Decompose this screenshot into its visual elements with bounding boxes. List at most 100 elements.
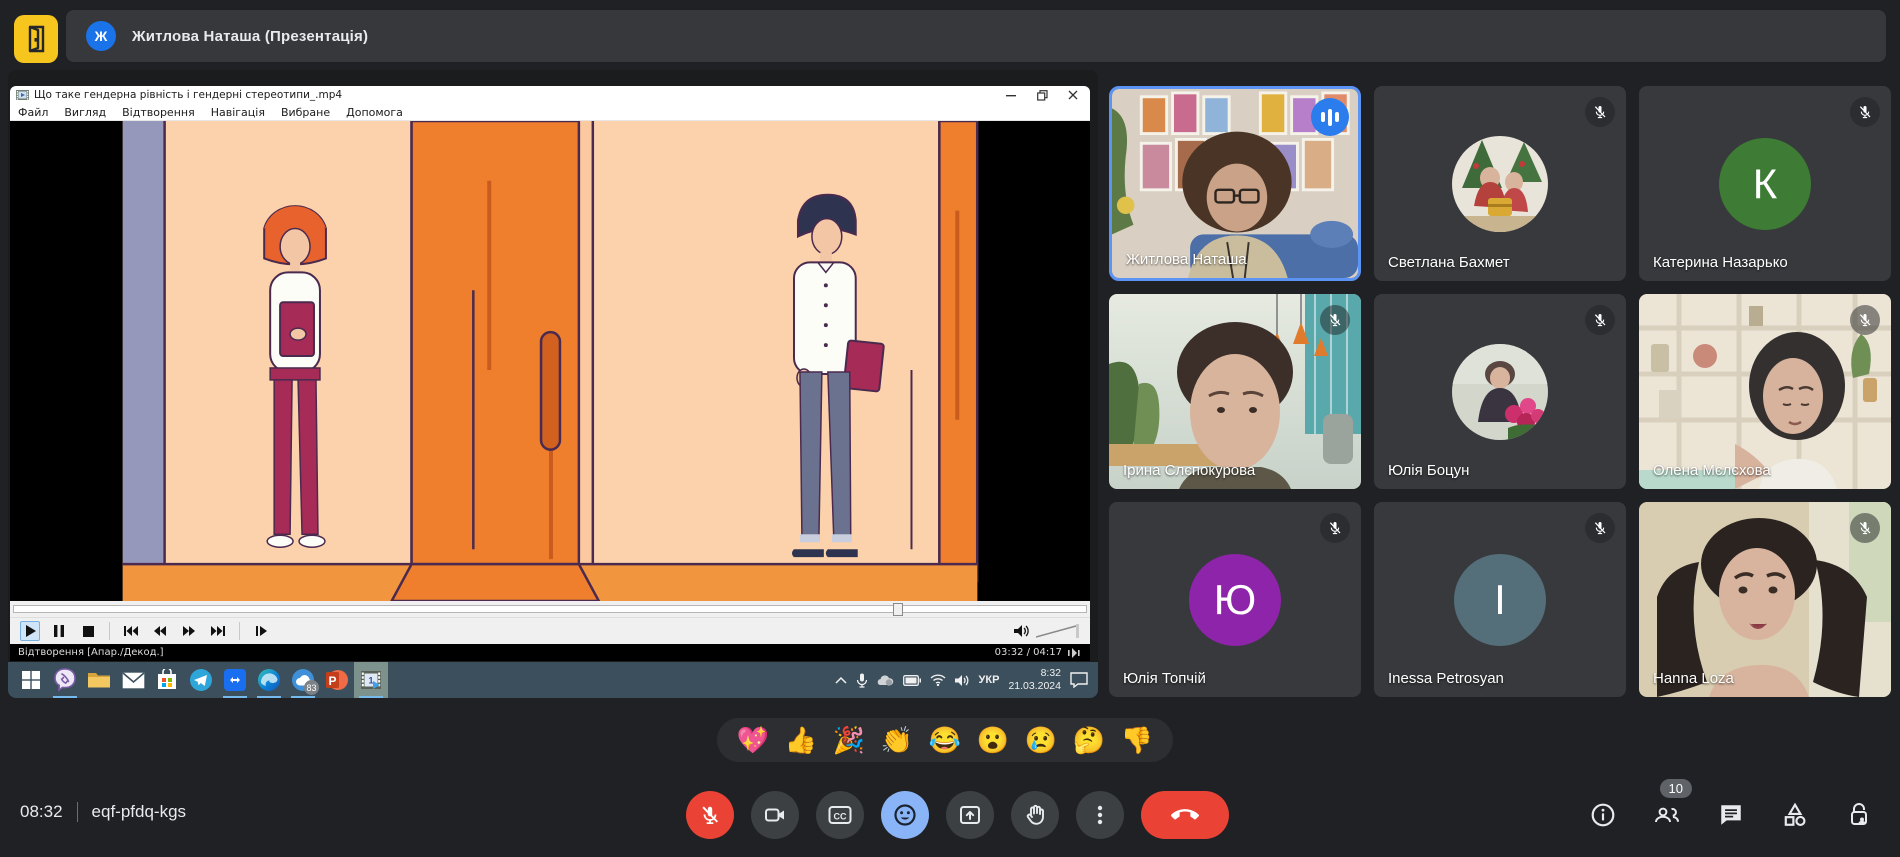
app-icon[interactable] <box>14 15 58 63</box>
participant-tile[interactable]: Hanna Loza <box>1639 502 1891 697</box>
reaction-heart[interactable]: 💖 <box>737 727 769 753</box>
file-explorer-app[interactable] <box>82 662 116 698</box>
meeting-details-button[interactable] <box>1586 791 1620 839</box>
raise-hand-button[interactable] <box>1011 791 1059 839</box>
more-options-button[interactable] <box>1076 791 1124 839</box>
mic-muted-icon <box>1585 97 1615 127</box>
rewind-icon <box>154 626 166 636</box>
running-indicator <box>291 696 315 698</box>
participant-tile[interactable]: Юлія Боцун <box>1374 294 1626 489</box>
reaction-thumbs-down[interactable]: 👎 <box>1121 727 1153 753</box>
viber-app[interactable] <box>48 662 82 698</box>
present-screen-icon <box>958 803 982 827</box>
frame-step-button[interactable] <box>251 621 271 641</box>
restore-button[interactable] <box>1035 89 1049 101</box>
taskbar-time: 8:32 <box>1008 667 1061 680</box>
wifi-icon[interactable] <box>930 674 946 686</box>
menu-playback[interactable]: Відтворення <box>122 106 195 119</box>
speaker-icon[interactable] <box>1014 624 1030 638</box>
stop-button[interactable] <box>78 621 98 641</box>
reaction-thumbs-up[interactable]: 👍 <box>785 727 817 753</box>
skip-end-icon <box>211 626 225 636</box>
menu-help[interactable]: Допомога <box>346 106 403 119</box>
minimize-icon <box>1006 90 1016 100</box>
fast-forward-button[interactable] <box>179 621 199 641</box>
reaction-thinking[interactable]: 🤔 <box>1073 727 1105 753</box>
language-indicator[interactable]: УКР <box>979 674 1000 686</box>
reaction-surprised[interactable]: 😮 <box>977 727 1009 753</box>
telegram-app[interactable] <box>184 662 218 698</box>
participant-name: Hanna Loza <box>1653 670 1734 687</box>
play-button[interactable] <box>20 621 40 641</box>
participant-tile[interactable]: Ірина Слєпокурова <box>1109 294 1361 489</box>
hidden-icons-chevron[interactable] <box>835 676 847 684</box>
menu-view[interactable]: Вигляд <box>64 106 106 119</box>
running-indicator <box>257 696 281 698</box>
skip-end-button[interactable] <box>208 621 228 641</box>
minimize-button[interactable] <box>1004 89 1018 101</box>
photo-avatar-scene <box>1452 344 1548 440</box>
edge-browser-app[interactable] <box>252 662 286 698</box>
participant-name: Юлія Боцун <box>1388 462 1469 479</box>
battery-icon[interactable] <box>903 675 921 686</box>
tray-mic-icon[interactable] <box>856 673 868 688</box>
skip-start-icon <box>124 626 138 636</box>
taskbar-clock[interactable]: 8:32 21.03.2024 <box>1008 667 1061 693</box>
player-titlebar[interactable]: Що таке гендерна рівність і гендерні сте… <box>10 86 1090 104</box>
end-call-button[interactable] <box>1141 791 1229 839</box>
captions-button[interactable]: CC <box>816 791 864 839</box>
reaction-clap[interactable]: 👏 <box>881 727 913 753</box>
participant-tile[interactable]: Житлова Наташа <box>1109 86 1361 281</box>
activities-button[interactable] <box>1778 791 1812 839</box>
windows-logo-icon <box>22 671 40 689</box>
divider <box>239 622 240 640</box>
mic-button[interactable] <box>686 791 734 839</box>
video-frame[interactable] <box>10 121 1090 601</box>
participant-tile[interactable]: I Inessa Petrosyan <box>1374 502 1626 697</box>
menu-file[interactable]: Файл <box>18 106 48 119</box>
reaction-party[interactable]: 🎉 <box>833 727 865 753</box>
participant-tile[interactable]: Олена Мєлєхова <box>1639 294 1891 489</box>
participant-tile[interactable]: К Катерина Назарько <box>1639 86 1891 281</box>
badged-app[interactable]: 83 <box>286 662 320 698</box>
tray-speaker-icon[interactable] <box>955 674 970 687</box>
action-center-icon[interactable] <box>1070 672 1088 688</box>
start-button[interactable] <box>14 662 48 698</box>
chat-button[interactable] <box>1714 791 1748 839</box>
photo-avatar-scene <box>1452 136 1548 232</box>
menu-navigation[interactable]: Навігація <box>211 106 265 119</box>
teamviewer-app[interactable] <box>218 662 252 698</box>
reaction-laugh[interactable]: 😂 <box>929 727 961 753</box>
seek-bar[interactable] <box>10 601 1090 617</box>
menu-favorites[interactable]: Вибране <box>281 106 330 119</box>
audio-meter-icon <box>1068 648 1082 658</box>
skip-start-button[interactable] <box>121 621 141 641</box>
seek-thumb[interactable] <box>893 603 903 616</box>
present-button[interactable] <box>946 791 994 839</box>
onedrive-icon[interactable] <box>877 674 894 686</box>
rewind-button[interactable] <box>150 621 170 641</box>
mail-app[interactable] <box>116 662 150 698</box>
close-button[interactable] <box>1066 89 1080 101</box>
microsoft-store-app[interactable] <box>150 662 184 698</box>
stop-icon <box>83 626 94 637</box>
people-button[interactable]: 10 <box>1650 791 1684 839</box>
reaction-cry[interactable]: 😢 <box>1025 727 1057 753</box>
media-player-app[interactable]: 1 <box>354 662 388 698</box>
seek-track[interactable] <box>13 605 1087 613</box>
participant-tile[interactable]: Ю Юлія Топчій <box>1109 502 1361 697</box>
clock: 08:32 <box>20 802 63 822</box>
presentation-tile[interactable]: Що таке гендерна рівність і гендерні сте… <box>8 70 1098 698</box>
reactions-button[interactable] <box>881 791 929 839</box>
running-indicator <box>223 696 247 698</box>
film-file-icon <box>16 89 29 101</box>
pause-button[interactable] <box>49 621 69 641</box>
participant-tile[interactable]: Светлана Бахмет <box>1374 86 1626 281</box>
powerpoint-app[interactable]: P <box>320 662 354 698</box>
host-controls-button[interactable] <box>1842 791 1876 839</box>
player-menubar: Файл Вигляд Відтворення Навігація Вибран… <box>10 104 1090 121</box>
svg-text:1: 1 <box>368 676 373 686</box>
camera-button[interactable] <box>751 791 799 839</box>
volume-slider[interactable] <box>1036 623 1080 639</box>
more-vertical-icon <box>1088 803 1112 827</box>
